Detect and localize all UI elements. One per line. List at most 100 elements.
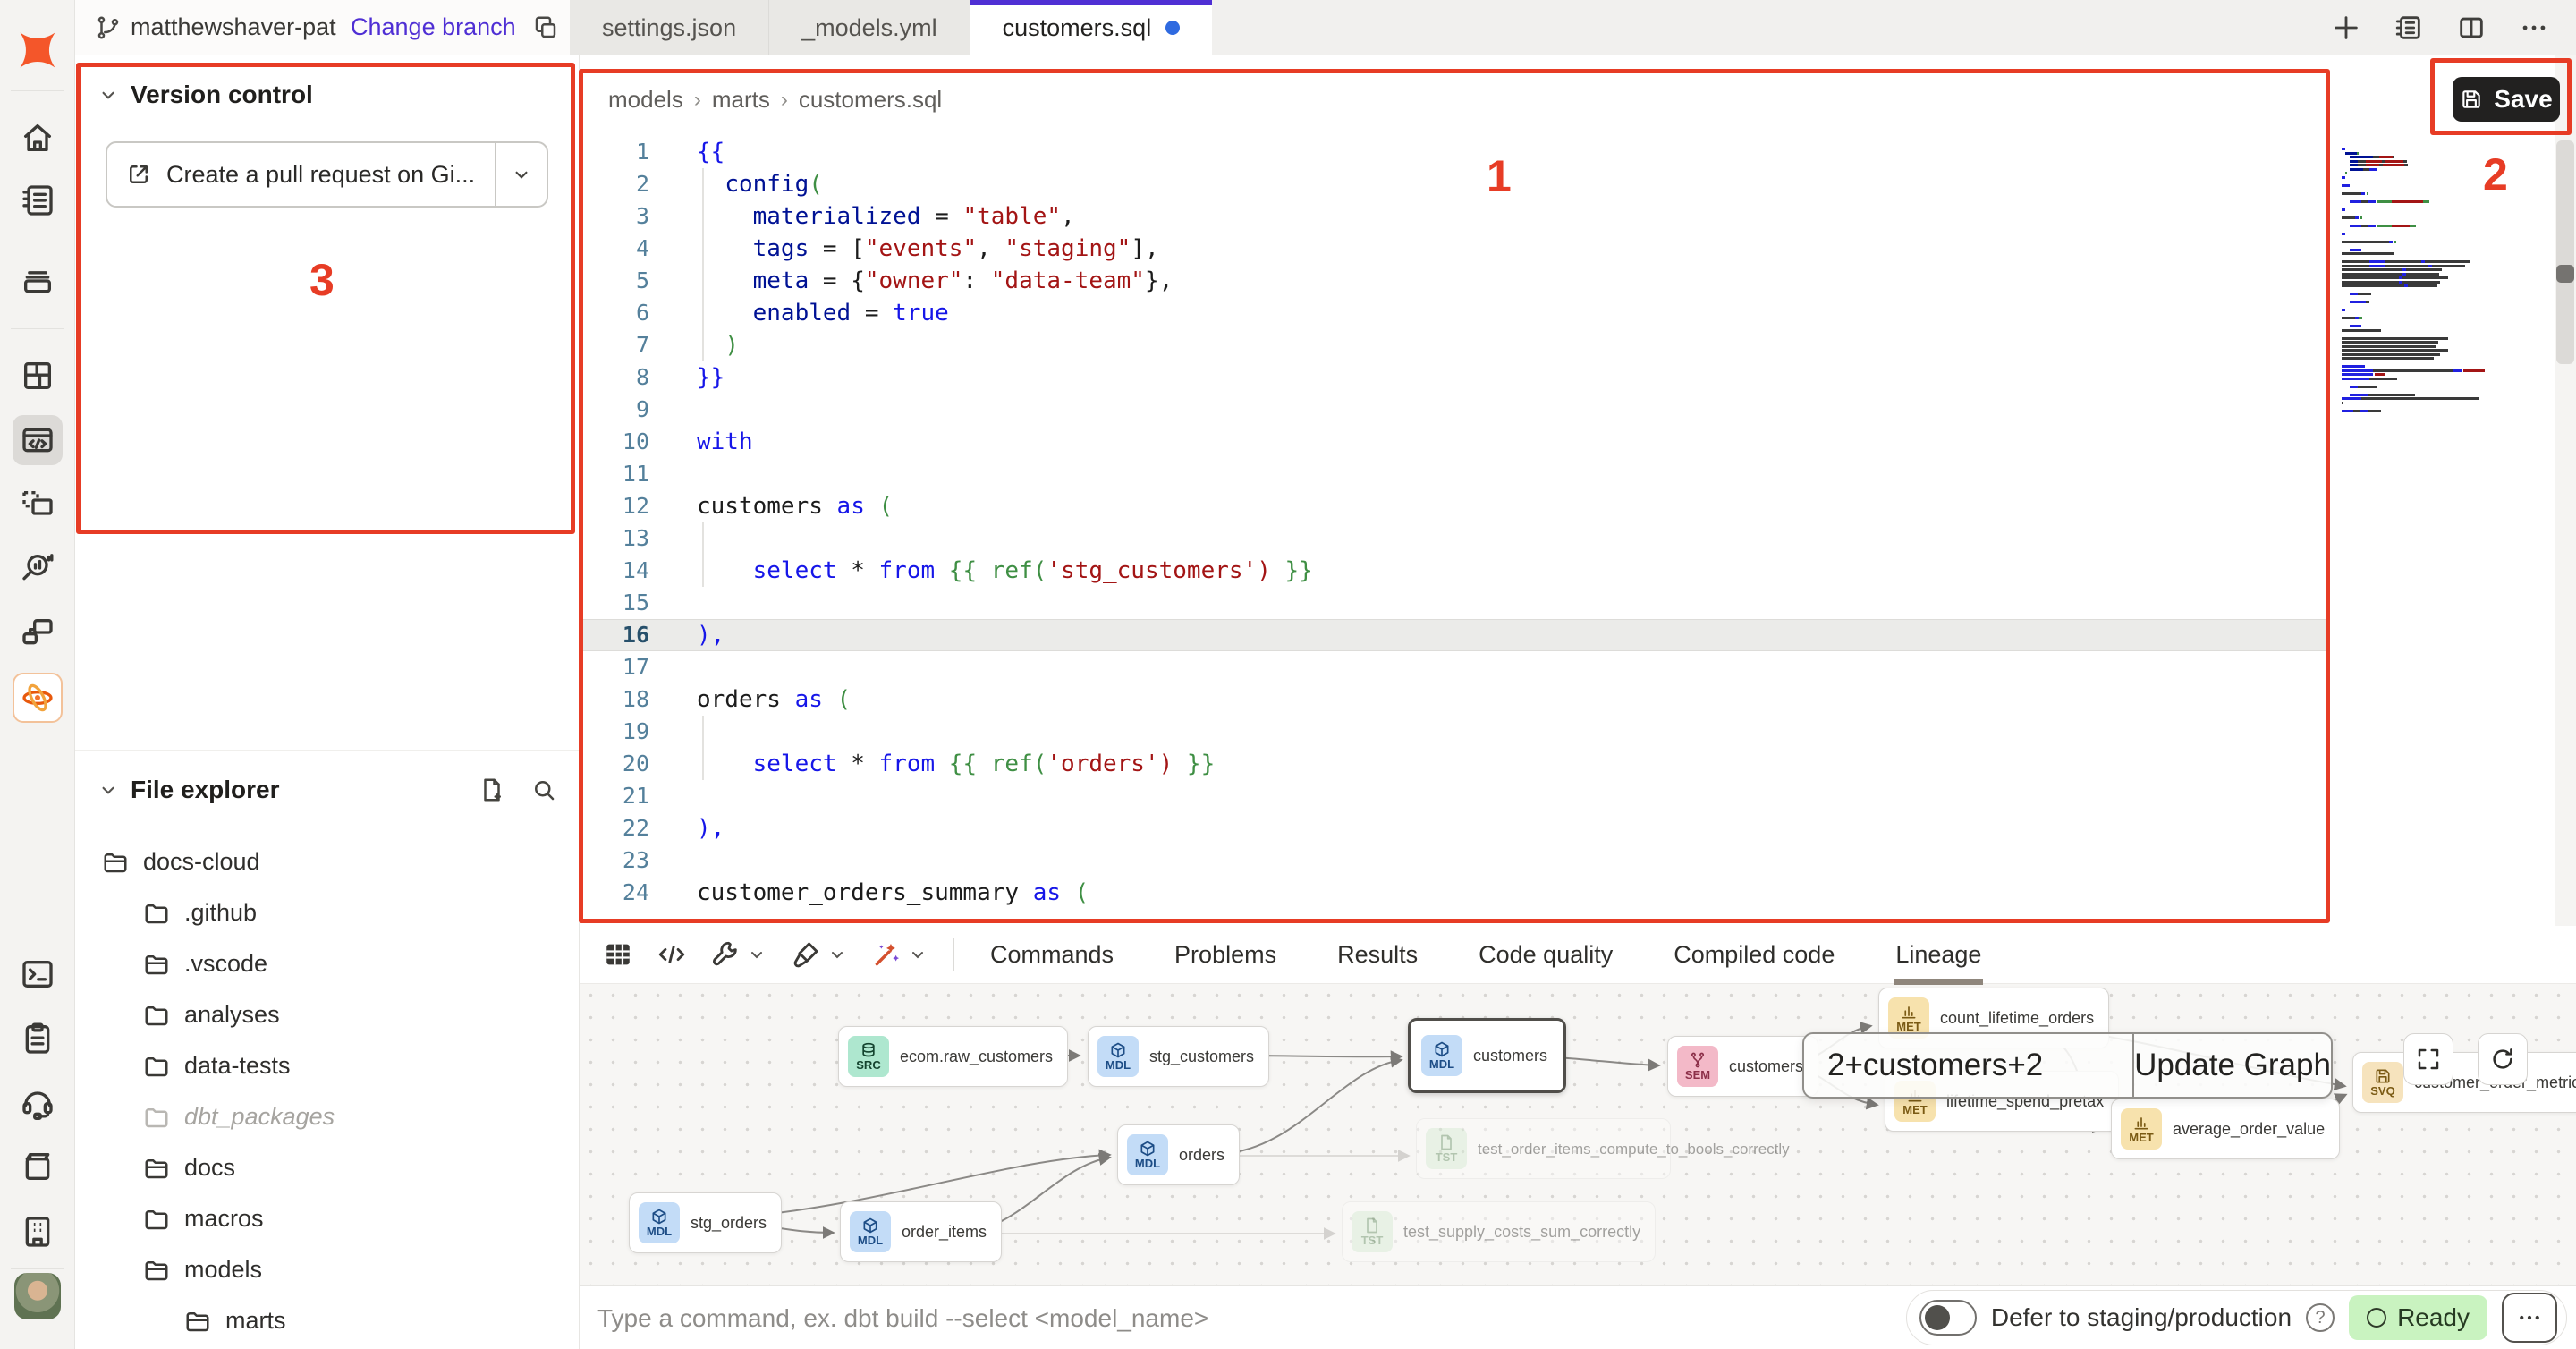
command-input[interactable]: Type a command, ex. dbt build --select <… xyxy=(597,1286,1208,1349)
organization-icon[interactable] xyxy=(13,1207,63,1257)
bottom-tab-compiled-code[interactable]: Compiled code xyxy=(1668,929,1840,981)
file-tree-item-analyses[interactable]: analyses xyxy=(75,989,579,1040)
code-line-15[interactable]: 15 xyxy=(580,587,2330,619)
lineage-node-stg_customers[interactable]: MDLstg_customers xyxy=(1088,1026,1269,1087)
code-line-23[interactable]: 23 xyxy=(580,844,2330,877)
code-line-5[interactable]: 5 meta = {"owner": "data-team"}, xyxy=(580,265,2330,297)
copilot-atom-icon[interactable] xyxy=(13,673,63,723)
breadcrumb-marts[interactable]: marts xyxy=(712,86,770,114)
code-line-6[interactable]: 6 enabled = true xyxy=(580,297,2330,329)
bottom-tab-commands[interactable]: Commands xyxy=(985,929,1119,981)
more-options-icon[interactable] xyxy=(2519,13,2549,43)
scrollbar-thumb[interactable] xyxy=(2556,140,2574,364)
status-more-button[interactable] xyxy=(2502,1293,2557,1343)
tab-settings.json[interactable]: settings.json xyxy=(570,0,769,55)
editor-minimap[interactable] xyxy=(2342,139,2476,404)
bottom-tab-results[interactable]: Results xyxy=(1332,929,1423,981)
user-avatar[interactable] xyxy=(14,1273,61,1319)
lineage-node-ecom.raw_customers[interactable]: SRCecom.raw_customers xyxy=(838,1026,1068,1087)
code-tag-icon[interactable] xyxy=(657,939,687,970)
lineage-node-stg_orders[interactable]: MDLstg_orders xyxy=(629,1192,782,1253)
file-tree-item-.vscode[interactable]: .vscode xyxy=(75,938,579,989)
windows-icon[interactable] xyxy=(13,607,63,658)
code-line-16[interactable]: 16), xyxy=(580,619,2330,651)
tab-_models.yml[interactable]: _models.yml xyxy=(769,0,970,55)
support-headset-icon[interactable] xyxy=(13,1077,63,1127)
lineage-node-test_supply_costs_sum_correctly[interactable]: TSTtest_supply_costs_sum_correctly xyxy=(1342,1201,1656,1262)
code-line-20[interactable]: 20 select * from {{ ref('orders') }} xyxy=(580,748,2330,780)
code-line-10[interactable]: 10with xyxy=(580,426,2330,458)
create-pull-request-button[interactable]: Create a pull request on Gi... xyxy=(106,141,548,208)
change-branch-link[interactable]: Change branch xyxy=(351,13,516,41)
lineage-node-order_items[interactable]: MDLorder_items xyxy=(840,1201,1002,1262)
tab-customers.sql[interactable]: customers.sql xyxy=(970,0,1213,55)
canvas-icon[interactable] xyxy=(13,479,63,530)
code-line-3[interactable]: 3 materialized = "table", xyxy=(580,200,2330,233)
lineage-node-customers[interactable]: MDLcustomers xyxy=(1408,1018,1566,1093)
pr-button-caret[interactable] xyxy=(495,143,547,206)
ready-status-badge[interactable]: Ready xyxy=(2349,1295,2487,1340)
breadcrumb-file[interactable]: customers.sql xyxy=(799,86,942,114)
code-line-9[interactable]: 9 xyxy=(580,394,2330,426)
fullscreen-button[interactable] xyxy=(2403,1033,2453,1085)
dashboard-grid-icon[interactable] xyxy=(13,351,63,401)
file-list-icon[interactable] xyxy=(2394,13,2424,43)
code-line-4[interactable]: 4 tags = ["events", "staging"], xyxy=(580,233,2330,265)
file-tree-item-macros[interactable]: macros xyxy=(75,1193,579,1244)
new-file-icon[interactable] xyxy=(479,776,505,803)
code-line-19[interactable]: 19 xyxy=(580,716,2330,748)
refresh-graph-button[interactable] xyxy=(2478,1033,2528,1085)
code-line-1[interactable]: 1{{ xyxy=(580,136,2330,168)
scrollbar-handle[interactable] xyxy=(2556,265,2574,283)
terminal-icon[interactable] xyxy=(13,949,63,999)
code-line-17[interactable]: 17 xyxy=(580,651,2330,683)
code-line-22[interactable]: 22), xyxy=(580,812,2330,844)
version-control-header[interactable]: Version control xyxy=(75,55,579,118)
file-tree-item-data-tests[interactable]: data-tests xyxy=(75,1040,579,1091)
copy-branch-icon[interactable] xyxy=(532,14,559,41)
lineage-node-customers[interactable]: SEMcustomers xyxy=(1667,1036,1818,1097)
bottom-tab-code-quality[interactable]: Code quality xyxy=(1473,929,1618,981)
lineage-node-customer_order_metrics[interactable]: SVQcustomer_order_metrics xyxy=(2352,1052,2576,1113)
code-editor-icon[interactable] xyxy=(13,415,63,465)
file-explorer-header[interactable]: File explorer xyxy=(75,751,579,813)
jobs-drawer-icon[interactable] xyxy=(13,256,63,306)
code-lines[interactable]: 1{{2 config(3 materialized = "table",4 t… xyxy=(580,136,2330,909)
file-tree-item-models[interactable]: models xyxy=(75,1244,579,1295)
code-line-13[interactable]: 13 xyxy=(580,522,2330,555)
ai-wand-icon[interactable] xyxy=(871,939,928,970)
update-graph-button[interactable]: Update Graph xyxy=(2134,1034,2331,1097)
split-pane-icon[interactable] xyxy=(2456,13,2487,43)
format-brush-icon[interactable] xyxy=(791,939,848,970)
code-line-7[interactable]: 7 ) xyxy=(580,329,2330,361)
results-table-icon[interactable] xyxy=(603,939,633,970)
file-tree-item-docs[interactable]: docs xyxy=(75,1142,579,1193)
code-line-14[interactable]: 14 select * from {{ ref('stg_customers')… xyxy=(580,555,2330,587)
clipboard-icon[interactable] xyxy=(13,1014,63,1064)
code-line-8[interactable]: 8}} xyxy=(580,361,2330,394)
code-editor[interactable]: models › marts › customers.sql 1{{2 conf… xyxy=(580,55,2576,926)
defer-toggle[interactable] xyxy=(1919,1300,1977,1336)
lineage-node-average_order_value[interactable]: METaverage_order_value xyxy=(2111,1099,2340,1159)
code-line-24[interactable]: 24customer_orders_summary as ( xyxy=(580,877,2330,909)
breadcrumb-models[interactable]: models xyxy=(608,86,683,114)
file-tree-item-dbt_packages[interactable]: dbt_packages xyxy=(75,1091,579,1142)
bottom-tab-lineage[interactable]: Lineage xyxy=(1890,929,1987,981)
lineage-canvas[interactable]: SRCecom.raw_customers MDLstg_customers MDL… xyxy=(580,983,2576,1285)
code-line-21[interactable]: 21 xyxy=(580,780,2330,812)
docs-book-icon[interactable] xyxy=(13,1141,63,1192)
dbt-logo-icon[interactable] xyxy=(13,25,63,75)
lineage-node-orders[interactable]: MDLorders xyxy=(1117,1124,1240,1185)
code-line-12[interactable]: 12customers as ( xyxy=(580,490,2330,522)
build-wrench-icon[interactable] xyxy=(710,939,767,970)
file-tree-item-marts[interactable]: marts xyxy=(75,1295,579,1346)
lineage-node-test_order_items_compute_to_bools_correctly[interactable]: TSTtest_order_items_compute_to_bools_cor… xyxy=(1416,1118,1671,1179)
bottom-tab-problems[interactable]: Problems xyxy=(1169,929,1282,981)
new-tab-plus-icon[interactable] xyxy=(2331,13,2361,43)
notebook-icon[interactable] xyxy=(13,175,63,225)
code-line-18[interactable]: 18orders as ( xyxy=(580,683,2330,716)
save-button[interactable]: Save xyxy=(2453,77,2560,122)
editor-scrollbar[interactable] xyxy=(2555,55,2576,926)
home-icon[interactable] xyxy=(13,113,63,163)
search-icon[interactable] xyxy=(530,776,557,803)
